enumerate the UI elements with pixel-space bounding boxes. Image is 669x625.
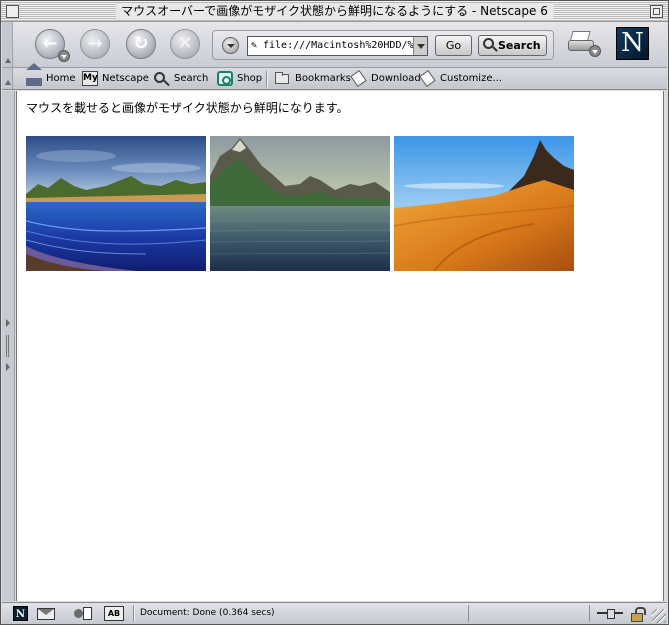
status-text: Document: Done (0.364 secs) xyxy=(140,608,275,618)
sidebar-grip-notch xyxy=(6,335,9,357)
page-description: マウスを載せると画像がモザイク状態から鮮明になります。 xyxy=(26,101,349,115)
reload-icon: ↻ xyxy=(133,33,149,54)
personal-toolbar-grip[interactable] xyxy=(2,68,13,89)
window-title: マウスオーバーで画像がモザイク状態から鮮明になるようにする - Netscape… xyxy=(115,3,554,20)
stop-button[interactable]: ✕ xyxy=(170,29,200,59)
print-button[interactable] xyxy=(567,29,601,57)
desert-landscape-image xyxy=(394,136,574,271)
personal-item-download[interactable]: Download xyxy=(350,70,421,87)
url-input[interactable]: ✎ file:///Macintosh%20HDD/%9 xyxy=(247,36,428,56)
zoom-box[interactable] xyxy=(650,5,663,18)
forward-arrow-icon: → xyxy=(87,33,103,54)
chevron-down-icon[interactable] xyxy=(413,37,427,55)
navigation-toolbar: ← → ↻ ✕ ✎ file:///Macintosh%20HDD/%9 Go … xyxy=(2,22,667,68)
personal-item-customize[interactable]: Customize... xyxy=(419,70,503,87)
resize-handle[interactable] xyxy=(652,609,666,623)
search-button-label: Search xyxy=(498,39,541,52)
url-text: file:///Macintosh%20HDD/%9 xyxy=(263,40,420,51)
status-separator xyxy=(133,605,135,622)
netscape-label: Netscape xyxy=(102,73,149,84)
progress-meter xyxy=(468,605,590,622)
personal-item-shop[interactable]: Shop xyxy=(217,71,262,87)
toolbar-collapse-grip[interactable] xyxy=(2,22,13,67)
content-viewport: マウスを載せると画像がモザイク状態から鮮明になります。 xyxy=(16,91,664,601)
close-box[interactable] xyxy=(6,5,19,18)
home-icon xyxy=(26,63,42,86)
search-label: Search xyxy=(174,73,209,84)
shop-label: Shop xyxy=(237,73,263,84)
lake-landscape-image xyxy=(210,136,390,271)
mosaic-image-bay[interactable] xyxy=(26,136,206,271)
personal-item-search[interactable]: Search xyxy=(154,71,208,87)
netscape-throbber-logo[interactable]: N xyxy=(616,27,649,60)
url-history-dropdown[interactable] xyxy=(222,37,239,54)
my-netscape-icon: My xyxy=(82,71,98,86)
lock-icon[interactable] xyxy=(631,607,646,622)
title-bar[interactable]: マウスオーバーで画像がモザイク状態から鮮明になるようにする - Netscape… xyxy=(1,1,668,22)
personal-toolbar: Home My Netscape Search Shop Bookmarks D… xyxy=(2,63,667,90)
bay-landscape-image xyxy=(26,136,206,271)
mosaic-image-lake[interactable] xyxy=(210,136,390,271)
search-icon xyxy=(483,38,494,49)
online-status-icon[interactable] xyxy=(597,609,623,619)
address-book-icon[interactable]: AB xyxy=(104,606,124,621)
back-history-dropdown[interactable] xyxy=(58,50,70,62)
bookmarks-label: Bookmarks xyxy=(295,73,351,84)
status-bar: N AB Document: Done (0.364 secs) xyxy=(2,602,667,624)
toolbar-separator xyxy=(266,71,268,87)
go-button[interactable]: Go xyxy=(435,35,472,56)
customize-label: Customize... xyxy=(440,73,503,84)
bookmark-page-icon xyxy=(419,70,436,87)
sidebar-toggle-grip[interactable] xyxy=(2,91,15,601)
url-bar-area: ✎ file:///Macintosh%20HDD/%9 Go Search xyxy=(212,30,554,60)
netscape-n-icon[interactable]: N xyxy=(13,606,28,621)
browser-window: マウスオーバーで画像がモザイク状態から鮮明になるようにする - Netscape… xyxy=(0,0,669,625)
forward-button[interactable]: → xyxy=(80,29,110,59)
reload-button[interactable]: ↻ xyxy=(126,29,156,59)
page-proxy-icon[interactable]: ✎ xyxy=(251,41,257,51)
search-icon xyxy=(154,72,165,83)
mosaic-image-desert[interactable] xyxy=(394,136,574,271)
back-arrow-icon: ← xyxy=(42,33,58,54)
search-button[interactable]: Search xyxy=(478,35,547,56)
personal-item-bookmarks[interactable]: Bookmarks xyxy=(275,71,351,87)
home-label: Home xyxy=(46,73,76,84)
instant-messenger-icon[interactable] xyxy=(74,606,92,621)
download-label: Download xyxy=(371,73,421,84)
folder-icon xyxy=(275,72,289,84)
personal-item-home[interactable]: Home xyxy=(26,63,76,87)
print-dropdown[interactable] xyxy=(589,45,601,57)
personal-item-netscape[interactable]: My Netscape xyxy=(82,71,149,87)
back-button[interactable]: ← xyxy=(35,29,70,62)
mail-icon[interactable] xyxy=(37,608,55,620)
shop-icon xyxy=(217,71,233,86)
bookmark-page-icon xyxy=(350,70,367,87)
stop-icon: ✕ xyxy=(177,33,193,54)
